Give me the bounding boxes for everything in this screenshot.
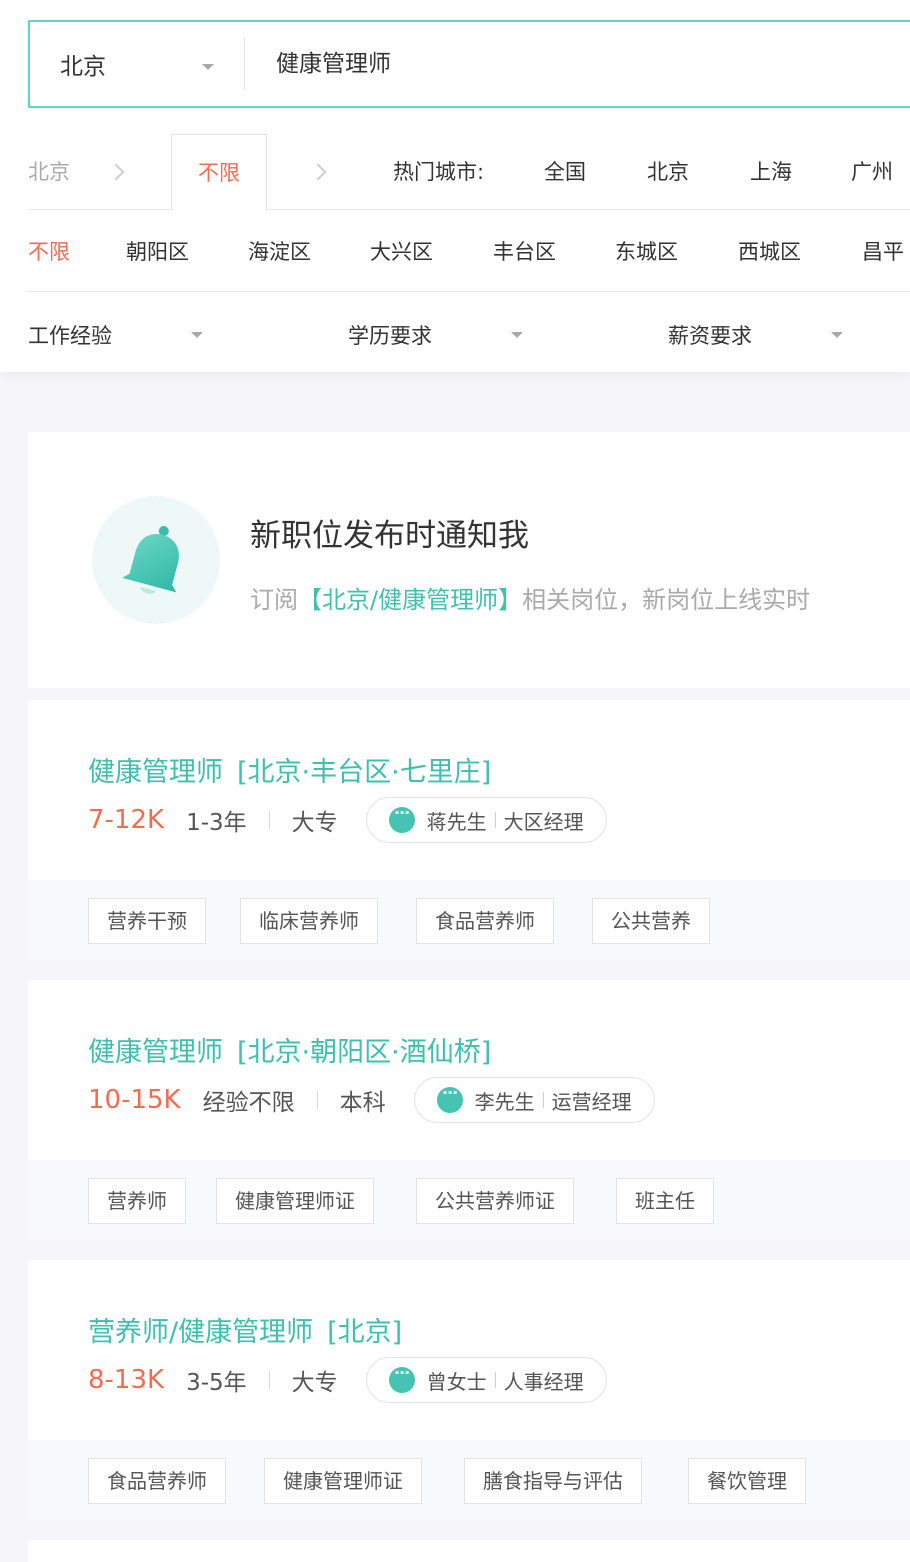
job-location: [北京·丰台区·七里庄] xyxy=(237,757,492,788)
chat-icon xyxy=(436,1083,463,1113)
city-select[interactable]: 北京 xyxy=(30,22,244,106)
recruiter-role: 人事经理 xyxy=(503,1369,584,1394)
chevron-down-icon xyxy=(202,64,214,70)
job-tag: 食品营养师 xyxy=(416,898,554,944)
job-meta: 7-12K 1-3年 大专 蒋先生 大区经理 xyxy=(88,796,607,844)
job-card[interactable]: 健康管理师 [北京·丰台区·七里庄] 7-12K 1-3年 大专 蒋先生 大区经理… xyxy=(28,700,910,960)
hot-cities-label: 热门城市: xyxy=(393,160,485,184)
recruiter-chip[interactable]: 蒋先生 大区经理 xyxy=(365,797,607,843)
search-bar: 北京 xyxy=(28,20,910,108)
subscribe-description: 订阅【北京/健康管理师】相关岗位，新岗位上线实时 xyxy=(250,580,810,615)
job-tags: 营养干预 临床营养师 食品营养师 公共营养 xyxy=(28,880,910,960)
hot-city-beijing[interactable]: 北京 xyxy=(647,156,689,186)
district-daxing[interactable]: 大兴区 xyxy=(370,236,433,266)
job-tag: 营养干预 xyxy=(88,898,206,944)
filter-header: 北京 北京 不限 热门城市: 全国 北京 上海 广州 不限 朝阳区 海淀区 大兴… xyxy=(0,0,910,372)
subscribe-card[interactable]: 新职位发布时通知我 订阅【北京/健康管理师】相关岗位，新岗位上线实时 xyxy=(28,432,910,688)
job-title[interactable]: 健康管理师 [北京·朝阳区·酒仙桥] xyxy=(88,1030,491,1069)
chevron-down-icon xyxy=(831,332,843,338)
chevron-right-icon xyxy=(309,163,327,181)
recruiter-name: 曾女士 xyxy=(426,1369,487,1394)
subscribe-title: 新职位发布时通知我 xyxy=(250,518,529,554)
city-select-label: 北京 xyxy=(60,54,106,80)
job-tag: 餐饮管理 xyxy=(688,1458,806,1504)
subscribe-desc-suffix: 相关岗位，新岗位上线实时 xyxy=(522,586,811,614)
search-input[interactable] xyxy=(276,22,896,106)
job-salary: 7-12K xyxy=(88,805,165,835)
subscribe-desc-prefix: 订阅 xyxy=(250,586,298,614)
district-fengtai[interactable]: 丰台区 xyxy=(493,236,556,266)
meta-divider xyxy=(268,811,270,829)
job-location: [北京] xyxy=(327,1317,403,1348)
job-title-text: 健康管理师 xyxy=(88,757,223,788)
breadcrumb-city[interactable]: 北京 xyxy=(28,156,70,186)
recruiter-name: 蒋先生 xyxy=(426,809,487,834)
recruiter-role: 大区经理 xyxy=(503,809,584,834)
district-xicheng[interactable]: 西城区 xyxy=(738,236,801,266)
recruiter-role: 运营经理 xyxy=(551,1089,632,1114)
filter-experience[interactable]: 工作经验 xyxy=(28,320,112,350)
filter-salary[interactable]: 薪资要求 xyxy=(668,320,752,350)
city-filter-row: 北京 不限 热门城市: 全国 北京 上海 广州 xyxy=(28,134,910,211)
job-card[interactable] xyxy=(28,1540,910,1562)
bell-icon xyxy=(92,496,220,624)
chevron-right-icon xyxy=(107,163,125,181)
hot-city-shanghai[interactable]: 上海 xyxy=(750,156,792,186)
job-tag: 公共营养师证 xyxy=(416,1178,574,1224)
job-tags: 食品营养师 健康管理师证 膳食指导与评估 餐饮管理 xyxy=(28,1440,910,1520)
recruiter-divider xyxy=(494,812,496,828)
filter-education[interactable]: 学历要求 xyxy=(348,320,432,350)
job-tag: 营养师 xyxy=(88,1178,186,1224)
job-experience: 3-5年 xyxy=(186,1370,247,1396)
job-experience: 经验不限 xyxy=(202,1090,295,1116)
job-tag: 食品营养师 xyxy=(88,1458,226,1504)
meta-divider xyxy=(268,1371,270,1389)
job-title[interactable]: 健康管理师 [北京·丰台区·七里庄] xyxy=(88,750,491,789)
job-title-text: 营养师/健康管理师 xyxy=(88,1317,314,1348)
meta-divider xyxy=(316,1091,318,1109)
job-meta: 8-13K 3-5年 大专 曾女士 人事经理 xyxy=(88,1356,607,1404)
job-tag: 健康管理师证 xyxy=(264,1458,422,1504)
recruiter-chip[interactable]: 曾女士 人事经理 xyxy=(365,1357,607,1403)
condition-filter-row: 工作经验 学历要求 薪资要求 xyxy=(28,292,910,372)
search-divider xyxy=(244,38,245,90)
district-filter-row: 不限 朝阳区 海淀区 大兴区 丰台区 东城区 西城区 昌平 xyxy=(28,210,910,292)
job-tag: 临床营养师 xyxy=(240,898,378,944)
recruiter-chip[interactable]: 李先生 运营经理 xyxy=(413,1077,655,1123)
hot-city-all[interactable]: 全国 xyxy=(544,156,586,186)
job-card[interactable]: 营养师/健康管理师 [北京] 8-13K 3-5年 大专 曾女士 人事经理 食品营… xyxy=(28,1260,910,1520)
recruiter-divider xyxy=(494,1372,496,1388)
chevron-down-icon xyxy=(511,332,523,338)
job-title[interactable]: 营养师/健康管理师 [北京] xyxy=(88,1310,402,1349)
job-experience: 1-3年 xyxy=(186,810,247,836)
job-tag: 膳食指导与评估 xyxy=(464,1458,642,1504)
job-title-text: 健康管理师 xyxy=(88,1037,223,1068)
district-unlimited[interactable]: 不限 xyxy=(28,236,70,266)
district-haidian[interactable]: 海淀区 xyxy=(248,236,311,266)
city-tab-unlimited[interactable]: 不限 xyxy=(171,134,267,211)
recruiter-name: 李先生 xyxy=(474,1089,535,1114)
job-salary: 8-13K xyxy=(88,1365,165,1395)
job-card[interactable]: 健康管理师 [北京·朝阳区·酒仙桥] 10-15K 经验不限 本科 李先生 运营经… xyxy=(28,980,910,1240)
hot-city-guangzhou[interactable]: 广州 xyxy=(851,156,893,186)
job-education: 大专 xyxy=(291,810,338,836)
subscribe-keyword: 【北京/健康管理师】 xyxy=(298,586,523,614)
job-tag: 公共营养 xyxy=(592,898,710,944)
district-dongcheng[interactable]: 东城区 xyxy=(615,236,678,266)
job-education: 本科 xyxy=(339,1090,386,1116)
chat-icon xyxy=(388,1363,415,1393)
chevron-down-icon xyxy=(191,332,203,338)
district-changping[interactable]: 昌平 xyxy=(862,236,904,266)
job-education: 大专 xyxy=(291,1370,338,1396)
job-tags: 营养师 健康管理师证 公共营养师证 班主任 xyxy=(28,1160,910,1240)
job-salary: 10-15K xyxy=(88,1085,181,1115)
job-location: [北京·朝阳区·酒仙桥] xyxy=(237,1037,492,1068)
district-chaoyang[interactable]: 朝阳区 xyxy=(126,236,189,266)
job-tag: 班主任 xyxy=(616,1178,714,1224)
recruiter-divider xyxy=(542,1092,544,1108)
job-tag: 健康管理师证 xyxy=(216,1178,374,1224)
job-meta: 10-15K 经验不限 本科 李先生 运营经理 xyxy=(88,1076,655,1124)
chat-icon xyxy=(388,803,415,833)
